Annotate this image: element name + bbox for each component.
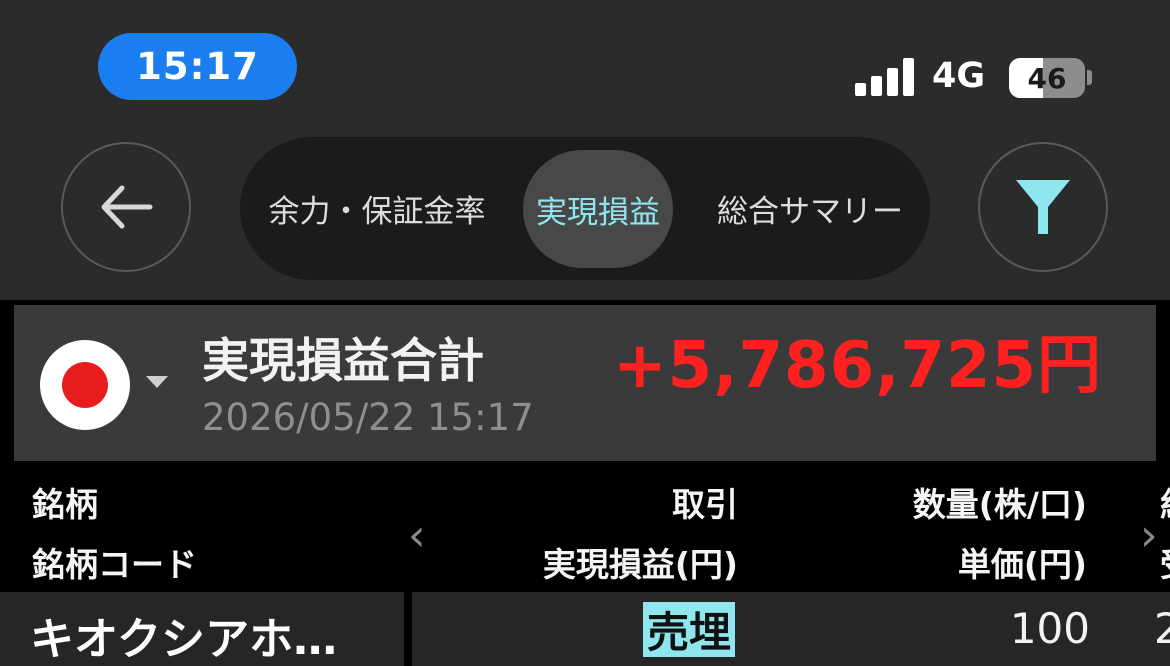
header-next-bottom: 受 [1160, 538, 1170, 586]
battery-icon: 46 [1009, 58, 1085, 98]
signal-icon [855, 58, 915, 96]
row-quantity: 100 [1009, 604, 1090, 653]
header-qty: 数量(株/口) [912, 485, 1087, 524]
chevron-left-icon[interactable]: ‹ [408, 510, 426, 561]
header-trade: 取引 [672, 485, 738, 524]
tab-realized-pnl[interactable]: 実現損益 [523, 150, 673, 268]
battery-level: 46 [1027, 61, 1067, 95]
network-type: 4G [932, 56, 986, 96]
chevron-down-icon[interactable] [146, 376, 168, 388]
filter-icon [1016, 180, 1070, 234]
summary-value: +5,786,725円 [613, 329, 1102, 403]
trade-type-badge: 売埋 [643, 602, 736, 657]
header-code: 銘柄コード [32, 545, 197, 584]
tab-bar: 余力・保証金率 実現損益 総合サマリー [240, 137, 930, 280]
arrow-left-icon [101, 185, 153, 229]
tab-margin-rate[interactable]: 余力・保証金率 [262, 137, 492, 280]
header-price: 単価(円) [957, 545, 1087, 584]
summary-date: 2026/05/22 15:17 [202, 396, 534, 439]
header-pnl: 実現損益(円) [542, 545, 738, 584]
header-next-top: 約 [1160, 478, 1170, 526]
back-button[interactable] [61, 142, 191, 272]
battery-tip [1087, 70, 1092, 85]
header-name: 銘柄 [32, 485, 98, 524]
chevron-right-icon[interactable]: › [1140, 510, 1158, 561]
tab-summary[interactable]: 総合サマリー [710, 137, 910, 280]
row-next-column: 2 [1154, 604, 1170, 653]
status-time: 15:17 [98, 33, 297, 100]
filter-button[interactable] [978, 142, 1108, 272]
row-stock-name: キオクシアホ… [30, 614, 338, 665]
summary-label: 実現損益合計 [202, 334, 484, 389]
japan-flag-icon[interactable] [40, 340, 130, 430]
